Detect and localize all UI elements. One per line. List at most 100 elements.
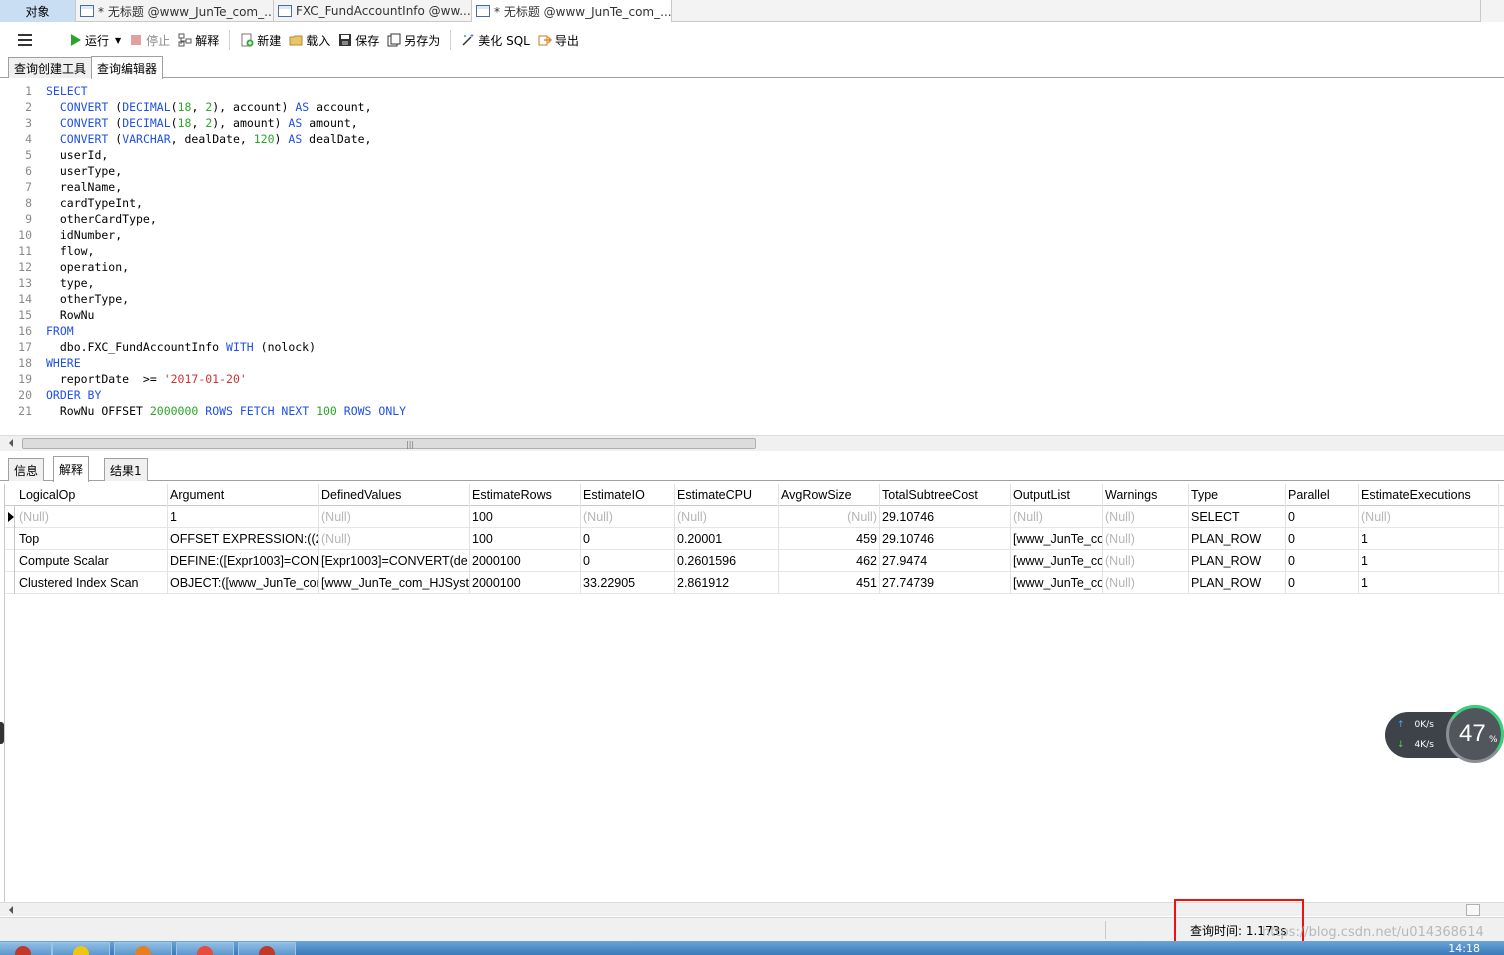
taskbar-app-3[interactable] [114,942,172,955]
table-cell[interactable]: 462 [779,550,880,572]
table-cell[interactable]: 0.2601596 [675,550,779,572]
menu-icon[interactable] [18,34,32,46]
table-cell[interactable]: 100 [470,506,581,528]
tab-explain[interactable]: 解释 [53,456,90,482]
column-header[interactable]: Parallel [1286,484,1359,506]
table-cell[interactable]: 2000100 [470,572,581,594]
code-text[interactable]: CONVERT (DECIMAL(18, 2), amount) AS amou… [46,115,358,131]
table-cell[interactable]: [www_JunTe_com_HJSyste [319,572,470,594]
table-cell[interactable]: 0 [1286,506,1359,528]
taskbar-app-folder[interactable] [52,942,110,955]
tab-result-1[interactable]: 结果1 [104,458,148,481]
column-header[interactable]: Argument [168,484,319,506]
load-button[interactable]: 载入 [285,26,334,54]
table-cell[interactable]: 33.22905 [581,572,675,594]
table-cell[interactable]: [www_JunTe_co [1011,528,1103,550]
table-cell[interactable]: 1 [1359,550,1499,572]
table-cell[interactable]: SELECT [1189,506,1286,528]
code-text[interactable]: RowNu [46,307,95,323]
taskbar-app-1[interactable] [0,942,52,955]
table-cell[interactable]: Clustered Index Scan [17,572,168,594]
export-button[interactable]: 导出 [534,26,583,54]
table-cell[interactable]: (Null) [1359,506,1499,528]
tab-table-fundaccountinfo[interactable]: FXC_FundAccountInfo @ww... [274,0,472,22]
table-cell[interactable]: [Expr1003]=CONVERT(de [319,550,470,572]
beautify-sql-button[interactable]: 美化 SQL [457,26,534,54]
table-cell[interactable]: 459 [779,528,880,550]
tab-untitled-query-2[interactable]: * 无标题 @www_JunTe_com_... [472,0,672,22]
table-cell[interactable]: (Null) [1103,528,1189,550]
table-cell[interactable]: 1 [1359,528,1499,550]
column-header[interactable]: OutputList [1011,484,1103,506]
code-text[interactable]: realName, [46,179,122,195]
tab-untitled-query-1[interactable]: * 无标题 @www_JunTe_com_... [76,0,274,22]
sql-editor[interactable]: 1 SELECT 2 CONVERT (DECIMAL(18, 2), accoun… [0,79,1504,435]
scroll-left-arrow-icon[interactable] [9,906,13,914]
code-text[interactable]: FROM [46,323,74,339]
code-text[interactable]: SELECT [46,83,88,99]
row-selector[interactable] [5,550,15,572]
scrollbar-thumb[interactable]: ||| [22,438,756,449]
column-header[interactable]: TotalSubtreeCost [880,484,1011,506]
column-header[interactable]: Type [1189,484,1286,506]
table-cell[interactable]: (Null) [1103,550,1189,572]
column-header[interactable]: DefinedValues [319,484,470,506]
code-text[interactable]: CONVERT (DECIMAL(18, 2), account) AS acc… [46,99,372,115]
code-text[interactable]: userId, [46,147,108,163]
scrollbar-thumb[interactable] [1466,904,1480,916]
tab-scroll-arrow[interactable] [1480,0,1504,22]
table-cell[interactable]: 29.10746 [880,506,1011,528]
table-cell[interactable]: 0 [1286,550,1359,572]
table-cell[interactable]: (Null) [675,506,779,528]
code-text[interactable]: ORDER BY [46,387,101,403]
table-cell[interactable]: 27.74739 [880,572,1011,594]
tab-query-editor[interactable]: 查询编辑器 [91,56,164,79]
column-header[interactable]: EstimateExecutions [1359,484,1499,506]
code-text[interactable]: userType, [46,163,122,179]
taskbar-app-5[interactable] [238,942,296,955]
explain-result-grid[interactable]: LogicalOp Argument DefinedValues EstimateRo… [4,484,1504,902]
table-cell[interactable]: 0 [581,528,675,550]
run-button[interactable]: 运行 ▼ [64,26,125,54]
tab-info[interactable]: 信息 [8,458,45,481]
column-header[interactable]: EstimateIO [581,484,675,506]
code-text[interactable]: otherType, [46,291,129,307]
table-row[interactable]: Clustered Index Scan OBJECT:([www_JunTe_c… [5,572,1504,594]
table-cell[interactable]: 27.9474 [880,550,1011,572]
code-text[interactable]: cardTypeInt, [46,195,143,211]
table-cell[interactable]: 0 [1286,528,1359,550]
code-text[interactable]: CONVERT (VARCHAR, dealDate, 120) AS deal… [46,131,372,147]
save-button[interactable]: 保存 [334,26,383,54]
table-cell[interactable]: (Null) [319,506,470,528]
table-cell[interactable]: (Null) [319,528,470,550]
table-row[interactable]: Compute Scalar DEFINE:([Expr1003]=CON [Exp… [5,550,1504,572]
code-text[interactable]: operation, [46,259,129,275]
table-cell[interactable]: DEFINE:([Expr1003]=CON [168,550,319,572]
save-as-button[interactable]: 另存为 [383,26,444,54]
table-cell[interactable]: (Null) [1011,506,1103,528]
side-panel-handle[interactable] [0,722,4,744]
table-cell[interactable]: [www_JunTe_co [1011,550,1103,572]
row-selector[interactable] [5,506,15,528]
table-cell[interactable]: 100 [470,528,581,550]
table-cell[interactable]: [www_JunTe_co [1011,572,1103,594]
table-cell[interactable]: (Null) [581,506,675,528]
table-row[interactable]: (Null) 1 (Null) 100 (Null) (Null) (Null) 29.107… [5,506,1504,528]
table-cell[interactable]: (Null) [17,506,168,528]
explain-button[interactable]: 解释 [174,26,223,54]
code-text[interactable]: RowNu OFFSET 2000000 ROWS FETCH NEXT 100… [46,403,406,419]
table-cell[interactable]: PLAN_ROW [1189,572,1286,594]
table-cell[interactable]: (Null) [1103,572,1189,594]
tab-objects[interactable]: 对象 [0,0,76,22]
row-selector[interactable] [5,572,15,594]
column-header[interactable]: EstimateCPU [675,484,779,506]
table-cell[interactable]: Top [17,528,168,550]
code-text[interactable]: idNumber, [46,227,122,243]
code-text[interactable]: flow, [46,243,95,259]
taskbar-app-chrome[interactable] [176,942,234,955]
chevron-down-icon[interactable]: ▼ [115,36,121,45]
table-cell[interactable]: (Null) [1103,506,1189,528]
code-text[interactable]: type, [46,275,95,291]
table-row[interactable]: Top OFFSET EXPRESSION:((20 (Null) 100 0 0.200… [5,528,1504,550]
table-cell[interactable]: 1 [1359,572,1499,594]
